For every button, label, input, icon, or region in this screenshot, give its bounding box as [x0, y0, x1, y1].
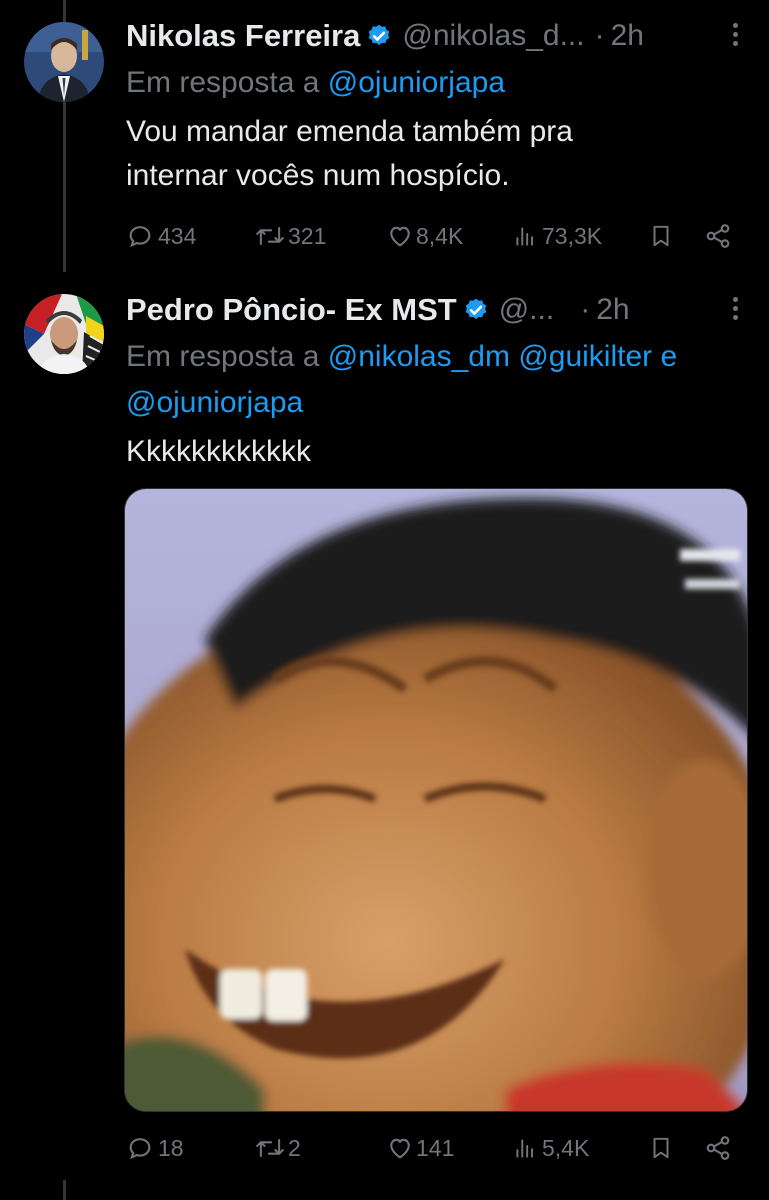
verified-badge-icon [465, 298, 487, 319]
like-button[interactable]: 8,4K [386, 222, 512, 250]
thread-line-bottom [63, 1180, 66, 1200]
mention-link[interactable]: @ojuniorjapa [328, 66, 505, 99]
views-icon [516, 227, 534, 246]
share-icon [706, 224, 730, 248]
author-name[interactable]: Pedro Pôncio- Ex MST [126, 292, 457, 328]
bookmark-icon [653, 1137, 669, 1159]
like-icon [390, 1138, 410, 1159]
tweet-nikolas[interactable]: Nikolas Ferreira @nikolas_d... · 2h Em r… [0, 0, 769, 280]
separator-dot: · [580, 293, 591, 326]
reply-context: Em resposta a @ojuniorjapa [126, 60, 759, 106]
reply-count: 434 [158, 222, 197, 249]
retweet-button[interactable]: 2 [254, 1134, 386, 1162]
views-count: 5,4K [542, 1134, 590, 1161]
verified-badge-icon [369, 24, 390, 45]
like-count: 141 [416, 1134, 455, 1161]
mention-link[interactable]: @guikilter [518, 340, 652, 373]
share-button[interactable] [704, 222, 732, 250]
action-bar: 18 2 141 5,4K [126, 1128, 733, 1168]
retweet-button[interactable]: 321 [254, 222, 386, 250]
timestamp[interactable]: 2h [611, 19, 644, 53]
tweet-text-line: internar vocês num hospício. [126, 159, 510, 192]
reply-button[interactable]: 434 [126, 222, 254, 250]
timestamp[interactable]: 2h [596, 293, 629, 327]
tweet-text: Kkkkkkkkkkkk [126, 435, 312, 468]
reply-prefix: Em resposta a [126, 340, 320, 373]
views-button[interactable]: 73,3K [512, 222, 648, 250]
retweet-icon [256, 1138, 284, 1158]
bookmark-icon [653, 225, 669, 247]
tweet-header: Pedro Pôncio- Ex MST @... · 2h [126, 290, 745, 330]
author-handle[interactable]: @... [499, 293, 554, 327]
retweet-icon [256, 226, 284, 246]
avatar[interactable] [24, 294, 104, 374]
views-button[interactable]: 5,4K [512, 1134, 648, 1162]
separator-dot: · [594, 19, 605, 52]
author-name[interactable]: Nikolas Ferreira [126, 18, 360, 54]
more-options-icon[interactable] [725, 294, 745, 326]
like-button[interactable]: 141 [386, 1134, 512, 1162]
reply-icon [129, 1138, 151, 1160]
media-photo [125, 489, 747, 1111]
share-icon [706, 1136, 730, 1160]
retweet-count: 2 [288, 1134, 301, 1161]
reply-icon [129, 226, 151, 248]
more-options-icon[interactable] [725, 20, 745, 52]
like-count: 8,4K [416, 222, 464, 249]
views-count: 73,3K [542, 222, 603, 249]
reply-prefix: Em resposta a [126, 66, 320, 99]
mention-link[interactable]: @nikolas_dm [328, 340, 510, 373]
reply-context: Em resposta a @nikolas_dm @guikilter e @… [126, 334, 759, 426]
mention-link[interactable]: @ojuniorjapa [126, 386, 303, 419]
tweet-pedro[interactable]: Pedro Pôncio- Ex MST @... · 2h Em respos… [0, 280, 769, 1180]
tweet-text-line: Vou mandar emenda também pra [126, 115, 573, 148]
avatar[interactable] [24, 22, 104, 102]
tweet-header: Nikolas Ferreira @nikolas_d... · 2h [126, 16, 745, 56]
bookmark-button[interactable] [648, 222, 704, 250]
tweet-text: Vou mandar emenda também pra internar vo… [126, 110, 729, 198]
views-icon [516, 1139, 534, 1158]
action-bar: 434 321 8,4K 73,3K [126, 216, 733, 256]
share-button[interactable] [704, 1134, 732, 1162]
mention-joiner: e [660, 340, 678, 373]
reply-count: 18 [158, 1134, 184, 1161]
like-icon [390, 226, 410, 247]
tweet-media-image[interactable] [124, 488, 748, 1112]
reply-button[interactable]: 18 [126, 1134, 254, 1162]
retweet-count: 321 [288, 222, 327, 249]
author-handle[interactable]: @nikolas_d... [402, 19, 584, 53]
bookmark-button[interactable] [648, 1134, 704, 1162]
